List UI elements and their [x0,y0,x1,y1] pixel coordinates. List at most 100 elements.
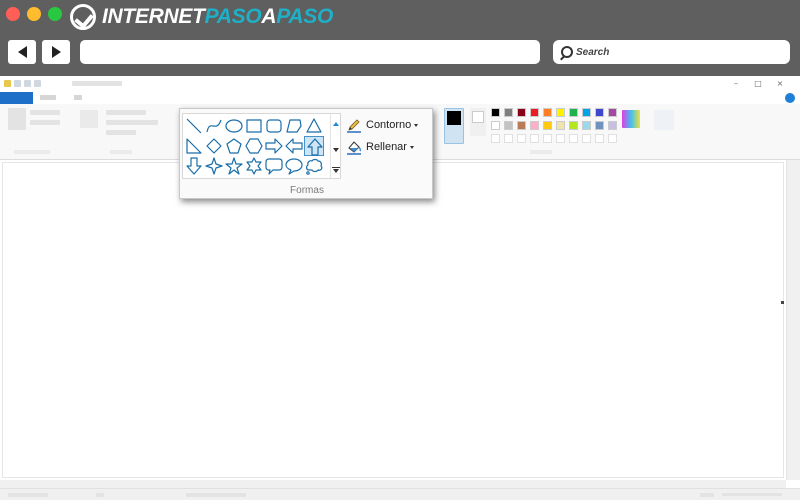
gallery-expand-icon[interactable] [332,167,340,173]
palette-swatch[interactable] [517,121,526,130]
shape-cloud-callout-icon[interactable] [304,156,324,176]
canvas-resize-handle[interactable] [781,301,784,304]
zoom-level-ghost [700,493,714,497]
address-bar[interactable] [80,40,540,64]
shape-polygon-icon[interactable] [284,116,304,136]
back-button[interactable] [8,40,36,64]
gallery-scroll-up-icon[interactable] [333,122,339,126]
quick-undo-icon[interactable] [24,80,31,87]
palette-swatch[interactable] [608,121,617,130]
outline-button[interactable]: Contorno [346,116,419,134]
palette-swatch[interactable] [543,121,552,130]
palette-swatch[interactable] [582,121,591,130]
fill-caret-icon [409,145,414,149]
palette-swatch[interactable] [595,121,604,130]
shape-hexagon-icon[interactable] [244,136,264,156]
vertical-scrollbar[interactable] [786,160,800,480]
shape-pentagon-icon[interactable] [224,136,244,156]
rotate-button[interactable] [106,130,136,135]
custom-color-slot[interactable] [543,134,552,143]
outline-caret-icon [414,123,419,127]
shape-five-point-star-icon[interactable] [224,156,244,176]
palette-swatch[interactable] [569,108,578,117]
logo-check-icon [70,4,96,30]
shape-four-point-star-icon[interactable] [204,156,224,176]
shape-right-arrow-icon[interactable] [264,136,284,156]
custom-color-slot[interactable] [504,134,513,143]
shape-up-arrow-icon[interactable] [304,136,324,156]
shape-right-triangle-icon[interactable] [184,136,204,156]
palette-swatch[interactable] [582,108,591,117]
shape-left-arrow-icon[interactable] [284,136,304,156]
palette-swatch[interactable] [543,108,552,117]
gallery-scrollbar[interactable] [330,114,341,178]
quick-save-icon[interactable] [14,80,21,87]
palette-swatch[interactable] [491,121,500,130]
palette-swatch[interactable] [608,108,617,117]
help-icon[interactable] [785,93,795,103]
paste-icon[interactable] [8,108,26,130]
palette-swatch[interactable] [530,121,539,130]
paint3d-icon[interactable] [654,110,674,130]
custom-color-slot[interactable] [530,134,539,143]
custom-color-slot[interactable] [556,134,565,143]
paint-minimize-button[interactable]: – [730,78,742,90]
tab-file[interactable] [0,92,33,104]
shape-rounded-rectangle-icon[interactable] [264,116,284,136]
site-logo: INTERNETPASOAPASO [70,3,333,31]
window-minimize-button[interactable] [27,7,41,21]
quick-redo-icon[interactable] [34,80,41,87]
window-close-button[interactable] [6,7,20,21]
custom-color-slot[interactable] [569,134,578,143]
tab-home[interactable] [40,95,56,100]
palette-swatch[interactable] [595,108,604,117]
fill-button[interactable]: Rellenar [346,138,414,156]
gallery-scroll-down-icon[interactable] [333,148,339,152]
zoom-slider[interactable] [722,493,782,496]
shape-oval-icon[interactable] [224,116,244,136]
palette-swatch[interactable] [504,108,513,117]
palette-swatch[interactable] [569,121,578,130]
horizontal-scrollbar[interactable] [0,480,786,488]
shape-oval-callout-icon[interactable] [284,156,304,176]
resize-button[interactable] [106,120,158,125]
search-input[interactable]: Search [553,40,790,64]
palette-swatch[interactable] [491,108,500,117]
drawing-canvas[interactable] [2,162,784,478]
color1-swatch [447,111,461,125]
palette-swatch[interactable] [556,121,565,130]
shape-rounded-callout-icon[interactable] [264,156,284,176]
window-title-ghost [72,81,122,86]
shape-curve-icon[interactable] [204,116,224,136]
colors-group-label [530,150,552,154]
custom-color-slot[interactable] [517,134,526,143]
forward-button[interactable] [42,40,70,64]
custom-color-slot[interactable] [608,134,617,143]
cut-button[interactable] [30,110,60,115]
shape-rectangle-icon[interactable] [244,116,264,136]
palette-swatch[interactable] [517,108,526,117]
paint-maximize-button[interactable]: □ [752,78,764,90]
fill-label: Rellenar [366,141,407,153]
shape-triangle-icon[interactable] [304,116,324,136]
shape-down-arrow-icon[interactable] [184,156,204,176]
palette-swatch[interactable] [556,108,565,117]
shapes-dropdown-panel: Contorno Rellenar Formas [179,108,433,199]
edit-colors-icon[interactable] [622,110,640,128]
custom-color-slot[interactable] [582,134,591,143]
custom-color-slot[interactable] [491,134,500,143]
window-maximize-button[interactable] [48,7,62,21]
palette-swatch[interactable] [530,108,539,117]
clipboard-group-label [14,150,50,154]
tab-view[interactable] [74,95,82,100]
shape-line-icon[interactable] [184,116,204,136]
shape-diamond-icon[interactable] [204,136,224,156]
crop-button[interactable] [106,110,146,115]
shape-six-point-star-icon[interactable] [244,156,264,176]
custom-color-slot[interactable] [595,134,604,143]
logo-text: INTERNETPASOAPASO [102,5,334,28]
select-icon[interactable] [80,110,98,128]
paint-close-button[interactable]: × [774,78,786,90]
copy-button[interactable] [30,120,60,125]
palette-swatch[interactable] [504,121,513,130]
